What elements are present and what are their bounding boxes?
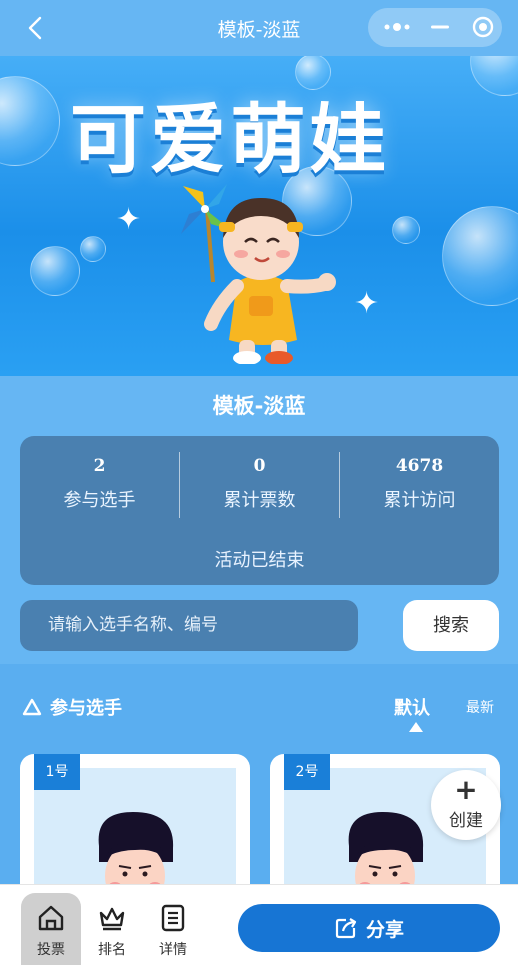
tab-details-label: 详情 [159, 942, 187, 958]
plus-icon: + [454, 773, 478, 806]
section-header: 参与选手 [22, 694, 122, 720]
more-icon[interactable] [382, 19, 412, 35]
sparkle-icon: ✦ [354, 286, 380, 321]
home-icon [38, 905, 64, 931]
stat-votes-label: 累计票数 [223, 490, 296, 511]
stat-participants-value: 2 [93, 456, 106, 476]
triangle-icon [22, 698, 42, 716]
event-status: 活动已结束 [214, 550, 305, 571]
tab-ranking[interactable]: 排名 [82, 893, 142, 965]
create-button[interactable]: + 创建 [431, 770, 501, 840]
participant-number: 1号 [34, 754, 80, 790]
stat-visits: 4678 累计访问 [340, 456, 499, 512]
bubble-decoration [442, 206, 518, 306]
search-input[interactable] [48, 612, 338, 638]
search-button[interactable]: 搜索 [403, 600, 499, 651]
sparkle-icon: ✦ [116, 202, 142, 237]
stat-visits-label: 累计访问 [383, 490, 456, 511]
search-box [20, 600, 358, 651]
minimize-icon[interactable] [430, 18, 450, 36]
crown-icon [99, 907, 125, 931]
stat-participants-label: 参与选手 [63, 490, 136, 511]
child-illustration [181, 184, 336, 364]
tab-vote-label: 投票 [37, 942, 65, 958]
stat-visits-value: 4678 [395, 456, 444, 476]
stats-card: 2 参与选手 0 累计票数 4678 累计访问 活动已结束 [20, 436, 499, 585]
bubble-decoration [470, 56, 518, 96]
share-icon [335, 918, 357, 939]
bottom-tab-bar: 投票 排名 详情 分享 [0, 884, 518, 975]
bubble-decoration [392, 216, 420, 244]
sort-default-tab[interactable]: 默认 [394, 694, 430, 720]
bubble-decoration [30, 246, 80, 296]
document-icon [161, 904, 185, 932]
create-label: 创建 [449, 811, 483, 831]
event-banner: 可爱萌娃 ✦ ✦ [0, 56, 518, 376]
event-name: 模板-淡蓝 [212, 394, 306, 418]
share-button[interactable]: 分享 [238, 904, 500, 952]
close-target-icon[interactable] [472, 16, 494, 38]
sort-latest-tab[interactable]: 最新 [466, 697, 494, 717]
stat-participants: 2 参与选手 [20, 456, 179, 512]
bubble-decoration [80, 236, 106, 262]
bubble-decoration [0, 76, 60, 166]
stat-votes: 0 累计票数 [180, 456, 339, 512]
share-label: 分享 [365, 918, 404, 941]
participant-number: 2号 [284, 754, 330, 790]
tab-ranking-label: 排名 [98, 942, 126, 958]
tab-vote[interactable]: 投票 [21, 893, 81, 965]
caret-up-icon [409, 722, 423, 732]
section-title: 参与选手 [50, 698, 122, 719]
stat-votes-value: 0 [253, 456, 266, 476]
mini-program-capsule [368, 8, 502, 47]
tab-details[interactable]: 详情 [143, 893, 203, 965]
navbar: 模板-淡蓝 [0, 0, 518, 56]
